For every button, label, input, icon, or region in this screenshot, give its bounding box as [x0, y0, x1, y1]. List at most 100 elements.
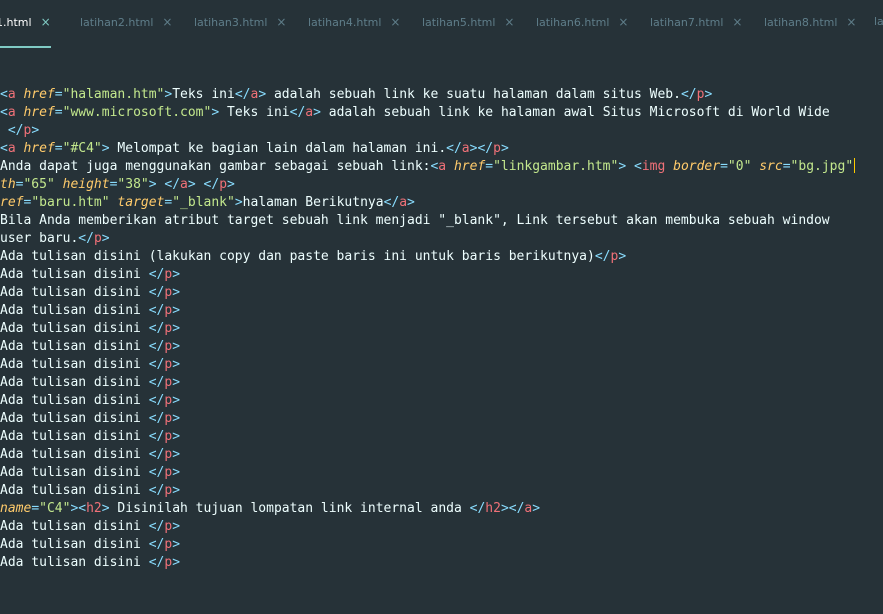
code-line[interactable]: Ada tulisan disini </p> — [0, 302, 855, 320]
close-icon[interactable]: × — [390, 15, 400, 29]
code-line[interactable]: Ada tulisan disini </p> — [0, 518, 855, 536]
code-line[interactable]: Ada tulisan disini </p> — [0, 446, 855, 464]
close-icon[interactable]: × — [276, 15, 286, 29]
close-icon[interactable]: × — [41, 15, 51, 29]
code-token-tag-name: p — [219, 177, 228, 192]
tab-latihan5[interactable]: latihan5.html × — [422, 0, 514, 46]
code-token-punctuation: </ — [383, 195, 400, 210]
code-token-punctuation: < — [0, 141, 8, 156]
tab-label: latihan5.html — [422, 16, 496, 29]
code-content[interactable]: <a href="halaman.htm">Teks ini</a> adala… — [0, 86, 856, 572]
code-line[interactable]: Ada tulisan disini </p> — [0, 410, 855, 428]
code-line[interactable]: name="C4"><h2> Disinilah tujuan lompatan… — [0, 500, 855, 518]
code-token-punctuation: > — [211, 105, 220, 120]
code-line[interactable]: Ada tulisan disini </p> — [0, 266, 855, 284]
code-token-punctuation: > — [313, 105, 321, 120]
code-token-tag-name: a — [7, 141, 16, 156]
code-token-punctuation: </ — [148, 429, 165, 444]
code-token-attribute-name: src — [759, 159, 783, 174]
code-line[interactable]: Ada tulisan disini </p> — [0, 482, 855, 500]
code-token-punctuation: </ — [148, 357, 165, 372]
code-token-attribute-name: height — [62, 177, 110, 192]
code-token-punctuation: > — [532, 501, 541, 516]
code-line[interactable]: user baru.</p> — [0, 230, 855, 248]
tab-latihan7[interactable]: latihan7.html × — [650, 0, 742, 46]
code-token-text: Teks ini — [219, 105, 290, 120]
close-icon[interactable]: × — [618, 15, 628, 29]
editor-tab-bar: 1.html × latihan2.html × latihan3.html × la… — [0, 0, 883, 48]
code-line[interactable]: Ada tulisan disini </p> — [0, 464, 855, 482]
code-token-tag-name: p — [93, 231, 102, 246]
code-line[interactable]: th="65" height="38"> </a> </p> — [0, 176, 855, 194]
tab-label: latihan4.html — [308, 16, 382, 29]
tab-latihan4[interactable]: latihan4.html × — [308, 0, 400, 46]
code-line[interactable]: Ada tulisan disini </p> — [0, 356, 855, 374]
code-token-punctuation: > — [172, 537, 181, 552]
code-line[interactable]: Ada tulisan disini </p> — [0, 554, 855, 572]
code-token-punctuation: >< — [70, 501, 87, 516]
code-line[interactable]: Bila Anda memberikan atribut target sebu… — [0, 212, 855, 230]
code-token-punctuation: </ — [148, 321, 165, 336]
code-token-punctuation: </ — [148, 285, 165, 300]
code-editor[interactable]: <a href="halaman.htm">Teks ini</a> adala… — [0, 48, 883, 614]
code-token-tag-name: h2 — [485, 501, 501, 516]
code-line[interactable]: Ada tulisan disini </p> — [0, 338, 855, 356]
tab-latihan1[interactable]: 1.html × — [0, 0, 51, 48]
code-line[interactable]: <a href="www.microsoft.com"> Teks ini</a… — [0, 104, 855, 122]
code-line[interactable]: Ada tulisan disini (lakukan copy dan pas… — [0, 248, 855, 266]
code-token-string-value: "bg.jpg" — [790, 159, 854, 174]
tab-latihan2[interactable]: latihan2.html × — [80, 0, 172, 46]
close-icon[interactable]: × — [504, 15, 514, 29]
code-token-punctuation: > — [172, 411, 181, 426]
code-token-punctuation: > — [172, 357, 181, 372]
code-line[interactable]: Ada tulisan disini </p> — [0, 284, 855, 302]
text-cursor — [854, 158, 856, 173]
code-line[interactable]: Anda dapat juga menggunakan gambar sebag… — [0, 158, 856, 176]
code-token-text: Anda dapat juga menggunakan gambar sebag… — [0, 159, 431, 174]
code-token-text: Ada tulisan disini — [0, 303, 149, 318]
code-token-text: Ada tulisan disini — [0, 411, 149, 426]
code-token-text: adalah sebuah link ke halaman awal Situs… — [320, 105, 830, 120]
tab-label: latihan3.html — [194, 16, 268, 29]
code-line[interactable]: </p> — [0, 122, 855, 140]
code-token-punctuation: > — [101, 141, 110, 156]
code-line[interactable]: Ada tulisan disini </p> — [0, 536, 855, 554]
code-token-attribute-name: ref — [0, 195, 24, 210]
code-token-attribute-name: border — [673, 159, 721, 174]
code-token-text: Ada tulisan disini — [0, 321, 149, 336]
code-token-punctuation: > — [172, 375, 181, 390]
code-token-tag-name: a — [180, 177, 188, 192]
code-token-punctuation: </ — [594, 249, 611, 264]
code-line[interactable]: Ada tulisan disini </p> — [0, 428, 855, 446]
code-token-punctuation: > — [172, 339, 181, 354]
code-token-punctuation: < — [0, 87, 8, 102]
code-token-punctuation: > — [148, 177, 157, 192]
tab-latihan9[interactable]: la — [874, 0, 883, 46]
code-line[interactable]: Ada tulisan disini </p> — [0, 320, 855, 338]
code-token-string-value: "0" — [727, 159, 752, 174]
close-icon[interactable]: × — [162, 15, 172, 29]
close-icon[interactable]: × — [846, 15, 856, 29]
code-line[interactable]: <a href="halaman.htm">Teks ini</a> adala… — [0, 86, 855, 104]
code-token-punctuation: > — [704, 87, 713, 102]
code-token-punctuation: > — [172, 483, 181, 498]
code-token-punctuation: </ — [148, 483, 165, 498]
code-token-punctuation: </ — [148, 537, 165, 552]
code-token-punctuation: > — [172, 285, 181, 300]
tab-latihan6[interactable]: latihan6.html × — [536, 0, 628, 46]
code-line[interactable]: ref="baru.htm" target="_blank">halaman B… — [0, 194, 855, 212]
tab-latihan8[interactable]: latihan8.html × — [764, 0, 856, 46]
code-token-attribute-name: href — [23, 87, 55, 102]
code-token-punctuation: </ — [148, 303, 165, 318]
code-line[interactable]: <a href="#C4"> Melompat ke bagian lain d… — [0, 140, 855, 158]
code-token-punctuation: > — [227, 177, 235, 192]
code-token-tag-name: a — [438, 159, 447, 174]
code-line[interactable]: Ada tulisan disini </p> — [0, 374, 855, 392]
code-token-text: Ada tulisan disini — [0, 447, 149, 462]
close-icon[interactable]: × — [732, 15, 742, 29]
code-line[interactable]: Ada tulisan disini </p> — [0, 392, 855, 410]
code-token-punctuation: = — [31, 501, 40, 516]
code-token-punctuation: > — [407, 195, 415, 210]
tab-latihan3[interactable]: latihan3.html × — [194, 0, 286, 46]
